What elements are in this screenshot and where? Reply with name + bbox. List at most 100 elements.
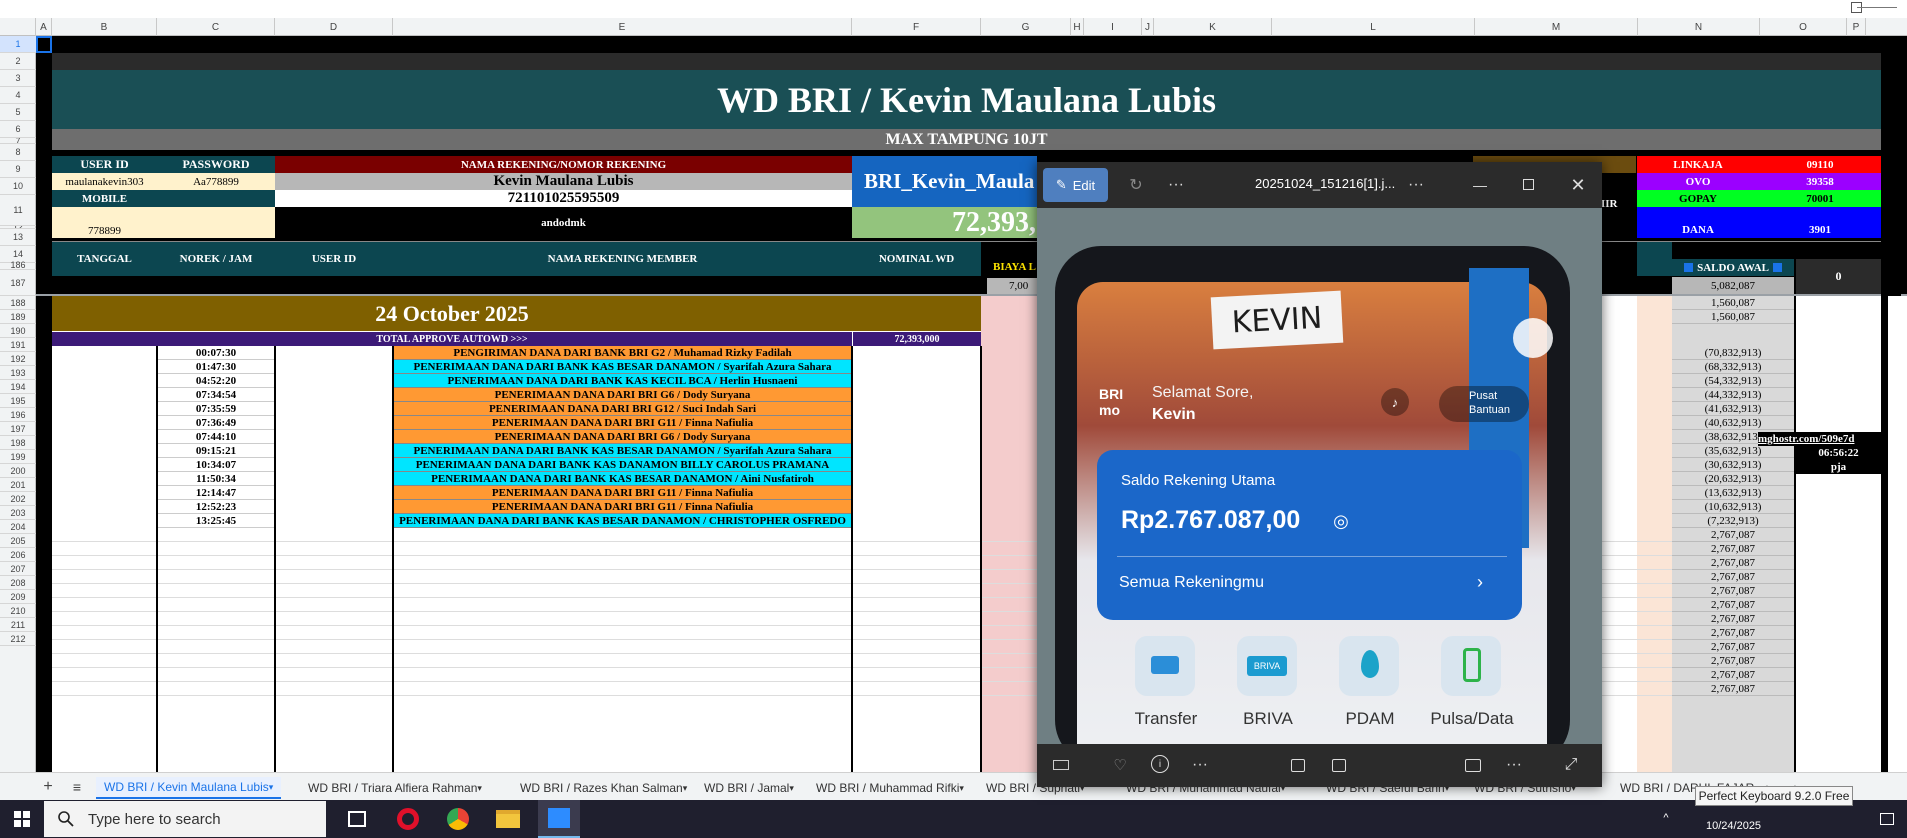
sheet-tab[interactable]: WD BRI / Muhammad Rifki ▾ bbox=[808, 777, 972, 799]
column-header[interactable]: G bbox=[981, 18, 1071, 36]
row-header[interactable]: 10 bbox=[0, 178, 36, 195]
info-icon[interactable]: i bbox=[1151, 755, 1169, 773]
filter-icon[interactable] bbox=[1684, 263, 1694, 272]
column-header[interactable]: P bbox=[1847, 18, 1866, 36]
row-header[interactable]: 187 bbox=[0, 270, 36, 296]
column-header[interactable]: K bbox=[1154, 18, 1272, 36]
sheet-tab[interactable]: WD BRI / Kevin Maulana Lubis ▾ bbox=[96, 777, 282, 799]
more-icon[interactable]: ··· bbox=[1503, 755, 1525, 775]
sheet-tab[interactable]: WD BRI / Triara Alfiera Rahman ▾ bbox=[300, 777, 490, 799]
chevron-down-icon[interactable]: ▾ bbox=[269, 782, 274, 793]
clock-area[interactable]: 10/24/2025 bbox=[1698, 814, 1830, 836]
spreadsheet-grid[interactable]: WD BRI / Kevin Maulana Lubis MAX TAMPUNG… bbox=[36, 36, 1907, 772]
column-header[interactable]: N bbox=[1638, 18, 1760, 36]
chevron-up-icon[interactable]: ^ bbox=[1660, 810, 1672, 826]
row-header[interactable]: 198 bbox=[0, 436, 36, 450]
add-sheet-icon[interactable]: + bbox=[38, 777, 58, 797]
all-sheets-icon[interactable]: ≡ bbox=[67, 777, 87, 797]
filmstrip-icon[interactable] bbox=[1053, 760, 1069, 770]
row-header[interactable]: 209 bbox=[0, 590, 36, 604]
column-header[interactable]: E bbox=[393, 18, 852, 36]
text-scan-icon[interactable] bbox=[1332, 759, 1346, 772]
notification-icon[interactable] bbox=[1880, 813, 1894, 825]
taskbar-search-box[interactable]: Type here to search bbox=[44, 801, 326, 837]
row-header[interactable]: 197 bbox=[0, 422, 36, 436]
row-header[interactable]: 204 bbox=[0, 520, 36, 534]
more-icon[interactable]: ··· bbox=[1165, 174, 1187, 196]
column-header[interactable]: H bbox=[1071, 18, 1084, 36]
edit-button[interactable]: ✎ Edit bbox=[1043, 168, 1108, 202]
chevron-down-icon[interactable]: ▾ bbox=[959, 783, 964, 794]
column-header[interactable]: J bbox=[1142, 18, 1154, 36]
row-header[interactable]: 3 bbox=[0, 70, 36, 87]
row-header[interactable]: 188 bbox=[0, 296, 36, 310]
row-header[interactable]: 194 bbox=[0, 380, 36, 394]
row-header[interactable]: 192 bbox=[0, 352, 36, 366]
row-header[interactable]: 2 bbox=[0, 53, 36, 70]
fit-window-icon[interactable] bbox=[1465, 759, 1481, 772]
column-header[interactable]: M bbox=[1475, 18, 1638, 36]
row-header[interactable]: 1 bbox=[0, 36, 36, 53]
opera-icon[interactable] bbox=[397, 808, 419, 830]
row-header[interactable]: 11 bbox=[0, 195, 36, 226]
photo-image[interactable]: KEVIN BRI mo Selamat Sore, Kevin ♪ Pusat … bbox=[1037, 208, 1602, 744]
row-header[interactable]: 189 bbox=[0, 310, 36, 324]
row-header[interactable]: 5 bbox=[0, 104, 36, 121]
row-header[interactable]: 186 bbox=[0, 260, 36, 270]
visual-search-icon[interactable] bbox=[1291, 759, 1305, 772]
column-header[interactable]: L bbox=[1272, 18, 1475, 36]
row-header[interactable]: 205 bbox=[0, 534, 36, 548]
maximize-icon[interactable] bbox=[1523, 179, 1534, 190]
row-header[interactable]: 206 bbox=[0, 548, 36, 562]
row-header[interactable]: 6 bbox=[0, 121, 36, 138]
row-header[interactable]: 203 bbox=[0, 506, 36, 520]
close-icon[interactable]: ✕ bbox=[1567, 174, 1589, 196]
chevron-down-icon[interactable]: ▾ bbox=[477, 783, 482, 794]
chevron-down-icon[interactable]: ▾ bbox=[683, 783, 688, 794]
windows-start-icon[interactable] bbox=[14, 811, 30, 827]
column-header[interactable]: O bbox=[1760, 18, 1847, 36]
viewer-titlebar[interactable]: ✎ Edit ↻ ··· 20251024_151216[1].j... ···… bbox=[1037, 162, 1602, 208]
row-header[interactable]: 210 bbox=[0, 604, 36, 618]
sheet-tab[interactable]: WD BRI / Razes Khan Salman ▾ bbox=[512, 777, 695, 799]
row-header[interactable]: 193 bbox=[0, 366, 36, 380]
row-header[interactable]: 208 bbox=[0, 576, 36, 590]
column-header[interactable]: D bbox=[275, 18, 393, 36]
expand-icon[interactable]: ⤢ bbox=[1561, 755, 1581, 775]
row-header[interactable]: 202 bbox=[0, 492, 36, 506]
row-header[interactable]: 191 bbox=[0, 338, 36, 352]
more-icon[interactable]: ··· bbox=[1189, 755, 1211, 775]
side-note-link[interactable]: mghostr.com/509e7d bbox=[1758, 432, 1881, 446]
minimize-icon[interactable]: — bbox=[1469, 174, 1491, 196]
column-header[interactable]: I bbox=[1084, 18, 1142, 36]
row-header[interactable]: 13 bbox=[0, 229, 36, 246]
rotate-icon[interactable]: ↻ bbox=[1125, 174, 1147, 196]
row-header[interactable]: 212 bbox=[0, 632, 36, 646]
row-header[interactable]: 201 bbox=[0, 478, 36, 492]
task-view-icon[interactable] bbox=[348, 811, 366, 827]
row-header[interactable]: 196 bbox=[0, 408, 36, 422]
row-header[interactable]: 200 bbox=[0, 464, 36, 478]
filter-icon[interactable] bbox=[1772, 263, 1782, 272]
row-header[interactable]: 9 bbox=[0, 161, 36, 178]
column-header[interactable]: C bbox=[157, 18, 275, 36]
sheet-tab[interactable]: WD BRI / Jamal ▾ bbox=[696, 777, 802, 799]
column-header[interactable]: A bbox=[36, 18, 52, 36]
photos-app-button[interactable] bbox=[538, 800, 580, 838]
row-header[interactable]: 207 bbox=[0, 562, 36, 576]
row-header[interactable]: 4 bbox=[0, 87, 36, 104]
column-header[interactable]: B bbox=[52, 18, 157, 36]
chevron-down-icon[interactable]: ▾ bbox=[789, 783, 794, 794]
column-header[interactable]: F bbox=[852, 18, 981, 36]
select-all-corner[interactable] bbox=[0, 18, 36, 36]
selected-cell[interactable] bbox=[36, 36, 52, 53]
row-header[interactable]: 211 bbox=[0, 618, 36, 632]
favorite-icon[interactable]: ♡ bbox=[1110, 755, 1130, 775]
chrome-icon[interactable] bbox=[447, 808, 469, 830]
row-header[interactable]: 199 bbox=[0, 450, 36, 464]
row-header[interactable]: 190 bbox=[0, 324, 36, 338]
more-icon[interactable]: ··· bbox=[1405, 174, 1427, 196]
file-explorer-icon[interactable] bbox=[496, 810, 520, 828]
row-header[interactable]: 8 bbox=[0, 144, 36, 161]
row-header[interactable]: 195 bbox=[0, 394, 36, 408]
